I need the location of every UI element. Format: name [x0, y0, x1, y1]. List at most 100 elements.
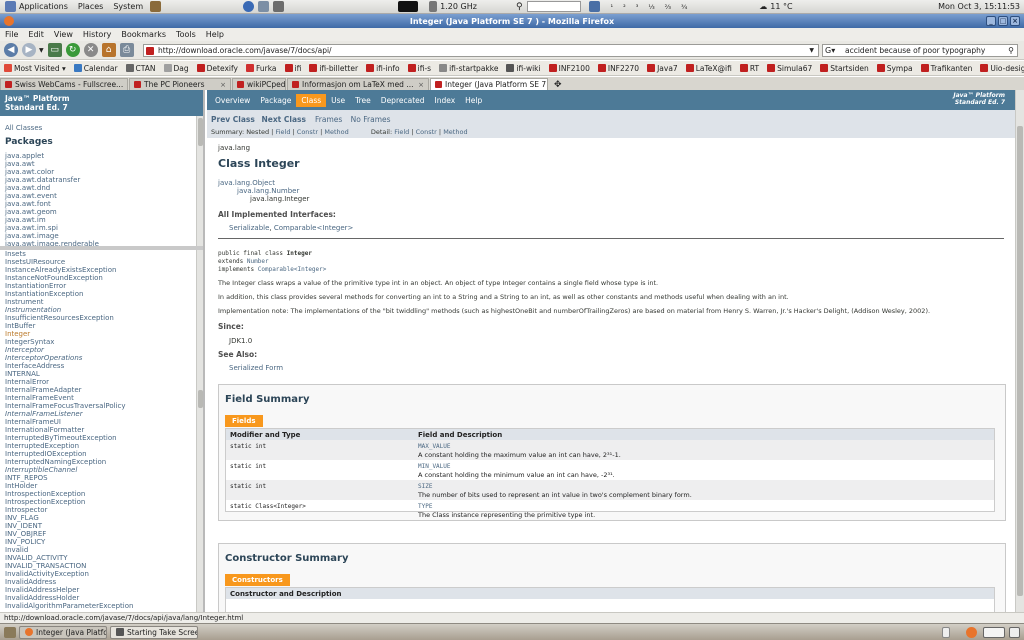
package-link[interactable]: java.awt.geom: [5, 208, 57, 216]
class-link[interactable]: Introspector: [5, 506, 47, 514]
class-link[interactable]: InterfaceAddress: [5, 362, 64, 370]
no-frames-link[interactable]: No Frames: [351, 115, 391, 124]
class-link[interactable]: InstantiationException: [5, 290, 83, 298]
bookmark-item[interactable]: ifi-s: [404, 64, 435, 73]
search-icon[interactable]: ⚲: [516, 2, 523, 12]
class-link[interactable]: InstanceNotFoundException: [5, 274, 103, 282]
detail-method-link[interactable]: Method: [443, 128, 467, 136]
applications-menu[interactable]: Applications: [0, 1, 73, 12]
serializable-link[interactable]: Serializable: [229, 224, 269, 232]
bookmark-item[interactable]: Most Visited ▾: [0, 64, 70, 73]
bookmark-page-icon[interactable]: ▭: [47, 43, 62, 57]
class-link[interactable]: InsetsUIResource: [5, 258, 65, 266]
web-browser-icon[interactable]: [243, 1, 255, 12]
bookmark-item[interactable]: ifi: [281, 64, 306, 73]
classes-scroll-thumb[interactable]: [198, 390, 203, 408]
search-go-icon[interactable]: ⚲: [1008, 46, 1014, 55]
bookmark-item[interactable]: CTAN: [122, 64, 160, 73]
print-icon[interactable]: ⎙: [119, 43, 134, 57]
browser-tab[interactable]: Swiss WebCams - Fullscree...×: [0, 78, 128, 90]
firefox-tray-icon[interactable]: [966, 626, 977, 638]
menu-bookmarks[interactable]: Bookmarks: [116, 30, 171, 39]
package-link[interactable]: java.awt.font: [5, 200, 51, 208]
class-link[interactable]: IntBuffer: [5, 322, 36, 330]
email-icon[interactable]: [258, 1, 270, 12]
new-tab-icon[interactable]: ✥: [549, 80, 567, 90]
package-link[interactable]: java.awt.color: [5, 168, 54, 176]
forward-icon[interactable]: ▶: [22, 43, 36, 57]
class-link[interactable]: InterruptibleChannel: [5, 466, 77, 474]
reload-icon[interactable]: ↻: [65, 43, 80, 57]
nav-use[interactable]: Use: [326, 96, 350, 105]
clock[interactable]: Mon Oct 3, 15:11:53: [933, 2, 1024, 11]
nav-help[interactable]: Help: [460, 96, 487, 105]
all-classes-link[interactable]: All Classes: [5, 124, 42, 132]
summary-method-link[interactable]: Method: [324, 128, 348, 136]
class-link[interactable]: InterruptedNamingException: [5, 458, 106, 466]
search-field[interactable]: [526, 1, 581, 12]
class-link[interactable]: InvalidActivityException: [5, 570, 89, 578]
class-link[interactable]: Invalid: [5, 546, 28, 554]
menu-file[interactable]: File: [0, 30, 23, 39]
browser-tab[interactable]: The PC Pioneers ×: [129, 78, 231, 90]
shield-icon[interactable]: [273, 1, 285, 12]
search-engine-icon[interactable]: G▾: [825, 46, 835, 55]
next-class-link[interactable]: Next Class: [261, 115, 305, 124]
bookmark-item[interactable]: Trafikanten: [917, 64, 977, 73]
bookmark-item[interactable]: ifi-startpakke: [435, 64, 502, 73]
class-link[interactable]: InvalidAddress: [5, 578, 56, 586]
class-link[interactable]: InvalidAddressHelper: [5, 586, 79, 594]
class-link[interactable]: Integer: [5, 330, 30, 338]
url-text[interactable]: http://download.oracle.com/javase/7/docs…: [158, 46, 332, 55]
class-link[interactable]: InterruptedByTimeoutException: [5, 434, 117, 442]
bookmark-item[interactable]: Uio-design: [976, 64, 1024, 73]
package-link[interactable]: java.awt.im.spi: [5, 224, 58, 232]
class-link[interactable]: InvalidAlgorithmParameterException: [5, 602, 133, 610]
history-dropdown-icon[interactable]: ▼: [39, 47, 44, 54]
comparable-link[interactable]: Comparable<Integer>: [274, 224, 354, 232]
prev-class-link[interactable]: Prev Class: [211, 115, 255, 124]
class-link[interactable]: INV_FLAG: [5, 514, 39, 522]
workspace-switcher[interactable]: ¹ ² ³ ⅓ ⅔ ¾: [606, 3, 693, 11]
bookmark-item[interactable]: ifi-info: [362, 64, 404, 73]
site-identity-icon[interactable]: [146, 47, 154, 55]
bookmark-item[interactable]: Sympa: [873, 64, 917, 73]
decl-number-link[interactable]: Number: [247, 258, 269, 265]
package-link[interactable]: java.awt.dnd: [5, 184, 50, 192]
search-input[interactable]: G▾ accident because of poor typography ⚲: [822, 44, 1018, 57]
weather-applet[interactable]: ☁ 11 °C: [754, 2, 797, 11]
launcher-icon[interactable]: [150, 1, 162, 12]
browser-tab[interactable]: Informasjon om LaTeX med ... ×: [287, 78, 429, 90]
window-title-bar[interactable]: Integer (Java Platform SE 7 ) - Mozilla …: [0, 14, 1024, 28]
menu-edit[interactable]: Edit: [23, 30, 49, 39]
package-link[interactable]: java.awt.im: [5, 216, 46, 224]
search-text[interactable]: accident because of poor typography: [845, 46, 985, 55]
class-link[interactable]: INVALID_ACTIVITY: [5, 554, 68, 562]
field-name-link[interactable]: MIN_VALUE: [418, 463, 451, 470]
tab-close-icon[interactable]: ×: [418, 81, 424, 89]
class-link[interactable]: INTERNAL: [5, 370, 40, 378]
bookmark-item[interactable]: Java7: [643, 64, 682, 73]
class-link[interactable]: Interceptor: [5, 346, 44, 354]
nav-overview[interactable]: Overview: [210, 96, 255, 105]
class-link[interactable]: InternalFrameUI: [5, 418, 61, 426]
class-link[interactable]: Insets: [5, 250, 26, 258]
field-name-link[interactable]: TYPE: [418, 503, 432, 510]
nav-deprecated[interactable]: Deprecated: [376, 96, 430, 105]
package-link[interactable]: java.awt: [5, 160, 35, 168]
bookmark-item[interactable]: LaTeX@ifi: [682, 64, 736, 73]
inheritance-number-link[interactable]: java.lang.Number: [237, 187, 299, 195]
class-link[interactable]: IntrospectionException: [5, 498, 85, 506]
taskbar-button[interactable]: Integer (Java Platfor...: [19, 625, 107, 639]
menu-help[interactable]: Help: [201, 30, 229, 39]
decl-comparable-link[interactable]: Comparable: [258, 266, 294, 273]
main-scroll-thumb[interactable]: [1017, 126, 1023, 596]
tab-close-icon[interactable]: ×: [126, 81, 127, 89]
stop-icon[interactable]: ✕: [83, 43, 98, 57]
class-link[interactable]: InternalFrameListener: [5, 410, 83, 418]
menu-view[interactable]: View: [49, 30, 78, 39]
class-link[interactable]: Instrument: [5, 298, 44, 306]
class-link[interactable]: InterruptedIOException: [5, 450, 87, 458]
browser-tab[interactable]: wikiPCpedia×: [232, 78, 286, 90]
nav-index[interactable]: Index: [430, 96, 461, 105]
